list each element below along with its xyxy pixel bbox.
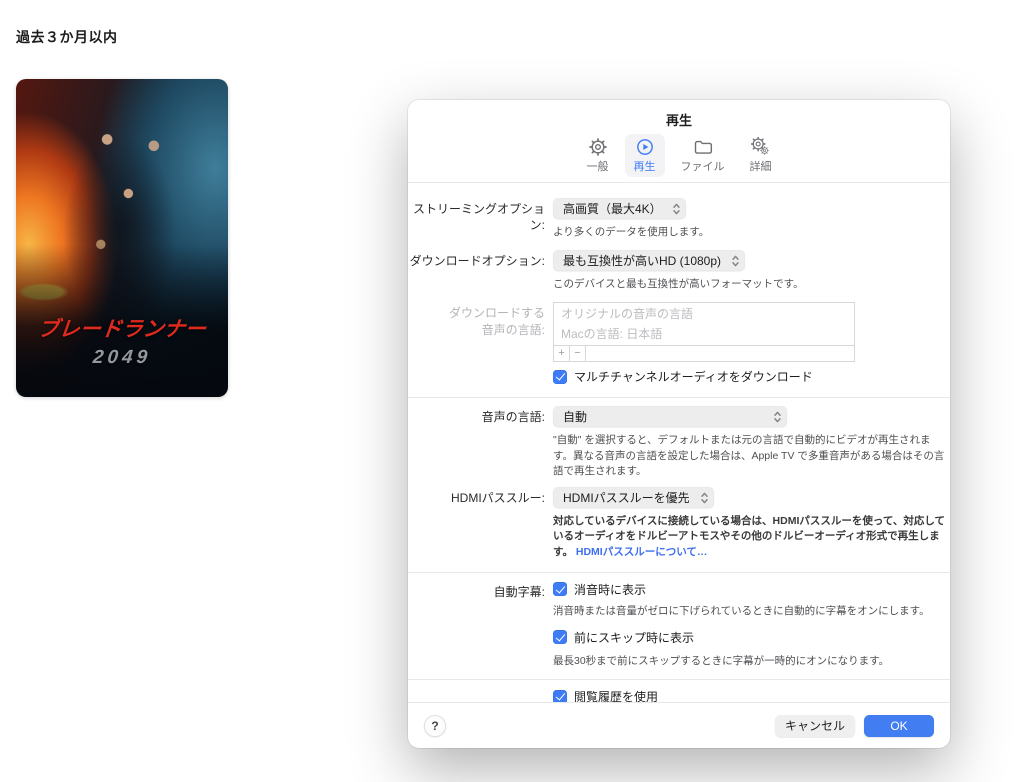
hdmi-passthrough-description: 対応しているデバイスに接続している場合は、HDMIパススルーを使って、対応してい…	[553, 515, 946, 558]
multichannel-audio-label: マルチチャンネルオーディオをダウンロード	[574, 370, 813, 385]
streaming-option-label: ストリーミングオプション:	[412, 202, 545, 233]
ok-button[interactable]: OK	[864, 714, 934, 737]
download-option-label: ダウンロードオプション:	[409, 254, 545, 269]
show-when-muted-checkbox-row[interactable]: 消音時に表示	[553, 581, 950, 598]
download-option-value: 最も互換性が高いHD (1080p)	[563, 254, 722, 269]
show-when-muted-description: 消音時または音量がゼロに下げられているときに自動的に字幕をオンにします。	[553, 604, 930, 617]
playback-preferences-dialog: 再生 一般 再生 ファイル 詳細 ストリーミングオプション: 高画質（最大4K）…	[408, 100, 950, 748]
section-divider	[408, 679, 950, 681]
language-list-item: Macの言語: 日本語	[561, 327, 663, 342]
tab-advanced-label: 詳細	[749, 161, 772, 173]
show-when-muted-label: 消音時に表示	[574, 582, 647, 597]
show-when-skipping-description: 最長30秒まで前にスキップするときに字幕が一時的にオンになります。	[553, 654, 890, 667]
movie-poster-blade-runner-2049[interactable]: ブレードランナー 2049	[16, 79, 228, 397]
tab-playback-label: 再生	[633, 161, 656, 173]
remove-language-button[interactable]: −	[570, 346, 586, 362]
folder-icon	[694, 140, 712, 154]
tab-files-label: ファイル	[680, 161, 725, 173]
show-when-skipping-checkbox-row[interactable]: 前にスキップ時に表示	[553, 629, 950, 646]
hdmi-passthrough-link[interactable]: HDMIパススルーについて…	[576, 546, 708, 558]
gears-icon	[750, 137, 769, 155]
auto-subtitles-label: 自動字幕:	[493, 584, 545, 599]
show-when-skipping-label: 前にスキップ時に表示	[574, 630, 695, 645]
chevron-up-down-icon	[672, 203, 680, 214]
poster-title: ブレードランナー	[36, 318, 208, 341]
use-viewing-history-label: 閲覧履歴を使用	[574, 690, 659, 702]
hdmi-passthrough-value: HDMIパススルーを優先	[563, 491, 690, 506]
section-divider	[408, 571, 950, 573]
audio-language-label: 音声の言語:	[481, 410, 545, 425]
tab-playback[interactable]: 再生	[624, 134, 665, 177]
checkbox-checked-icon[interactable]	[553, 689, 567, 702]
download-languages-listbox[interactable]: オリジナルの音声の言語 Macの言語: 日本語 + −	[553, 302, 855, 363]
audio-language-select[interactable]: 自動	[553, 406, 787, 428]
language-list-item: オリジナルの音声の言語	[561, 307, 694, 322]
chevron-up-down-icon	[774, 411, 781, 423]
play-circle-icon	[636, 139, 653, 155]
download-option-description: このデバイスと最も互換性が高いフォーマットです。	[553, 278, 804, 291]
gear-icon	[588, 138, 607, 156]
section-divider	[408, 397, 950, 399]
hdmi-passthrough-label: HDMIパススルー:	[451, 491, 545, 506]
chevron-up-down-icon	[732, 255, 739, 267]
streaming-option-description: より多くのデータを使用します。	[553, 226, 710, 238]
tab-general-label: 一般	[586, 161, 609, 173]
chevron-up-down-icon	[700, 492, 708, 503]
section-title: 過去３か月以内	[16, 29, 118, 45]
help-button[interactable]: ?	[424, 714, 446, 737]
dialog-title: 再生	[665, 113, 692, 128]
streaming-option-value: 高画質（最大4K）	[563, 202, 662, 216]
preferences-toolbar: 一般 再生 ファイル 詳細	[408, 129, 950, 182]
history-label-spacer	[408, 688, 545, 691]
tab-files[interactable]: ファイル	[672, 134, 734, 177]
cancel-button[interactable]: キャンセル	[775, 714, 855, 737]
use-viewing-history-checkbox-row[interactable]: 閲覧履歴を使用	[553, 688, 950, 702]
checkbox-checked-icon[interactable]	[553, 630, 567, 645]
hdmi-passthrough-select[interactable]: HDMIパススルーを優先	[553, 487, 714, 509]
poster-subtitle: 2049	[91, 347, 153, 368]
tab-advanced[interactable]: 詳細	[741, 134, 781, 177]
download-option-select[interactable]: 最も互換性が高いHD (1080p)	[553, 250, 746, 272]
multichannel-audio-checkbox-row[interactable]: マルチチャンネルオーディオをダウンロード	[553, 368, 950, 385]
dialog-content: ストリーミングオプション: 高画質（最大4K） より多くのデータを使用します。 …	[408, 183, 950, 702]
tab-general[interactable]: 一般	[578, 134, 618, 177]
audio-language-value: 自動	[563, 410, 588, 425]
dialog-footer: ? キャンセル OK	[408, 702, 950, 748]
checkbox-checked-icon[interactable]	[553, 582, 567, 597]
add-language-button[interactable]: +	[554, 346, 570, 362]
audio-language-description: "自動" を選択すると、デフォルトまたは元の言語で自動的にビデオが再生されます。…	[553, 434, 945, 477]
download-languages-label: ダウンロードする 音声の言語:	[448, 306, 545, 337]
checkbox-checked-icon[interactable]	[553, 369, 567, 384]
streaming-option-select[interactable]: 高画質（最大4K）	[553, 198, 686, 219]
